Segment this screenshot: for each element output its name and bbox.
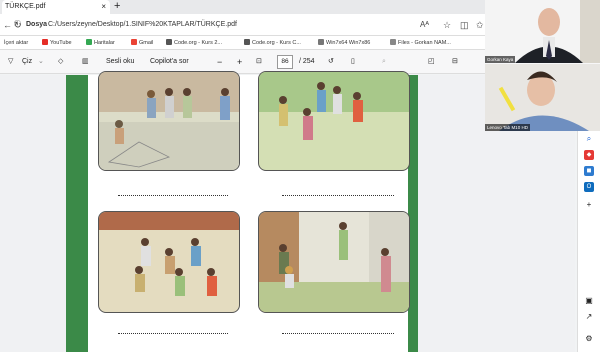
fit-page-icon[interactable]: ⊡ bbox=[256, 50, 262, 74]
maps-icon bbox=[86, 39, 92, 45]
favorite-code-org-2[interactable]: Code.org - Kurs C... bbox=[244, 36, 301, 50]
back-icon[interactable]: ← bbox=[3, 20, 12, 30]
info-icon[interactable]: ⓘ bbox=[14, 17, 21, 33]
external-link-icon[interactable]: ↗ bbox=[584, 312, 594, 322]
shopping-icon[interactable]: ◆ bbox=[584, 150, 594, 160]
save-as-icon[interactable]: ⊟ bbox=[452, 50, 458, 74]
illustration-hopscotch bbox=[98, 71, 240, 171]
zoom-in-button[interactable]: + bbox=[237, 50, 242, 74]
eraser-icon[interactable]: ◇ bbox=[58, 50, 63, 74]
code-org-icon bbox=[244, 39, 250, 45]
settings-icon[interactable]: ⚙ bbox=[584, 334, 594, 344]
pdf-page bbox=[88, 71, 410, 352]
answer-line bbox=[282, 333, 394, 334]
new-tab-button[interactable]: + bbox=[114, 0, 120, 13]
search-icon[interactable]: ⌕ bbox=[584, 134, 594, 144]
favorite-star-icon[interactable]: ☆ bbox=[443, 20, 451, 30]
split-screen-icon[interactable]: ◫ bbox=[460, 20, 469, 30]
read-mode-icon[interactable]: Aᴬ bbox=[420, 20, 429, 30]
tools-icon[interactable]: ◼ bbox=[584, 166, 594, 176]
document-icon bbox=[318, 39, 324, 45]
youtube-icon bbox=[42, 39, 48, 45]
url-text[interactable]: C:/Users/zeyne/Desktop/1.SINIF%20KTAPLAR… bbox=[48, 17, 237, 33]
save-icon[interactable]: ◰ bbox=[428, 50, 435, 74]
page-number-input[interactable]: 86 bbox=[277, 55, 293, 69]
folder-icon bbox=[390, 39, 396, 45]
draw-button[interactable]: Çiz bbox=[22, 50, 32, 74]
favorite-files[interactable]: Files - Gorkan NAM... bbox=[390, 36, 451, 50]
url-box[interactable]: ⓘ Dosya C:/Users/zeyne/Desktop/1.SINIF%2… bbox=[14, 17, 410, 33]
gmail-icon bbox=[131, 39, 137, 45]
file-label: Dosya bbox=[26, 21, 48, 28]
favorite-youtube[interactable]: YouTube bbox=[42, 36, 72, 50]
favorite-import[interactable]: İçeri aktar bbox=[4, 36, 28, 50]
favorite-win7[interactable]: Win7x64 Win7x86 bbox=[318, 36, 370, 50]
illustration-circle-game bbox=[98, 211, 240, 313]
favorite-code-org-1[interactable]: Code.org - Kurs 2... bbox=[166, 36, 222, 50]
illustration-playground bbox=[258, 71, 410, 171]
favorite-gmail[interactable]: Gmail bbox=[131, 36, 153, 50]
participant-name: Lenovo Tab M10 HD bbox=[485, 124, 530, 131]
participant-name: Gorkan Kaya bbox=[485, 56, 516, 63]
video-tile-student: Lenovo Tab M10 HD bbox=[485, 64, 600, 131]
sidebar-toggle-icon[interactable]: ▣ bbox=[584, 296, 594, 306]
answer-line bbox=[118, 333, 228, 334]
outlook-icon[interactable]: O bbox=[584, 182, 594, 192]
chevron-down-icon[interactable]: ⌄ bbox=[38, 50, 44, 74]
illustration-hide-and-seek bbox=[258, 211, 410, 313]
reading-view-icon[interactable]: ▥ bbox=[82, 50, 89, 74]
tab-title: TÜRKÇE.pdf bbox=[5, 3, 46, 10]
answer-line bbox=[282, 195, 394, 196]
close-tab-icon[interactable]: × bbox=[101, 0, 106, 14]
add-icon[interactable]: + bbox=[584, 200, 594, 210]
favorite-maps[interactable]: Haritalar bbox=[86, 36, 115, 50]
tab-turkce-pdf[interactable]: TÜRKÇE.pdf × bbox=[2, 0, 110, 14]
draw-icon[interactable]: ▽ bbox=[8, 50, 13, 74]
answer-line bbox=[118, 195, 228, 196]
favorites-icon[interactable]: ✩ bbox=[476, 20, 484, 30]
code-org-icon bbox=[166, 39, 172, 45]
video-tile-teacher: Gorkan Kaya bbox=[485, 0, 600, 63]
